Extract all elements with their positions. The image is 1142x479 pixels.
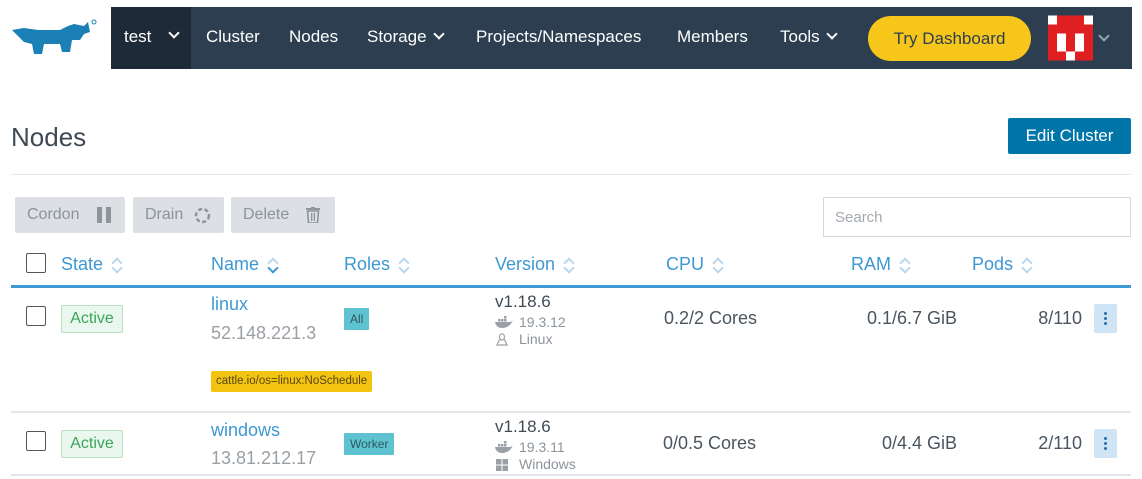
role-badge: All xyxy=(344,308,370,330)
nav-projects-label: Projects/Namespaces xyxy=(476,27,642,46)
nav-storage-label: Storage xyxy=(367,27,427,46)
docker-icon xyxy=(495,441,513,453)
node-name-link[interactable]: linux xyxy=(211,294,248,315)
column-name[interactable]: Name xyxy=(211,254,279,275)
try-dashboard-button[interactable]: Try Dashboard xyxy=(868,16,1031,61)
column-ram[interactable]: RAM xyxy=(851,254,911,275)
role-badge: Worker xyxy=(344,433,395,455)
rancher-logo-icon[interactable] xyxy=(10,18,98,62)
delete-button[interactable]: Delete xyxy=(231,197,335,233)
node-ip: 13.81.212.171 xyxy=(211,448,316,468)
ram-value: 0/4.4 GiB xyxy=(881,433,957,453)
chevron-down-icon xyxy=(168,27,180,39)
drain-button[interactable]: Drain xyxy=(133,197,224,233)
row-actions-button[interactable] xyxy=(1094,304,1117,333)
pods-value: 8/110 xyxy=(1038,308,1082,328)
sort-icon xyxy=(712,256,724,274)
nav-members-label: Members xyxy=(677,27,748,46)
chevron-down-icon xyxy=(826,28,838,40)
docker-version-text: 19.3.12 xyxy=(519,314,566,330)
column-cpu-label: CPU xyxy=(666,254,705,274)
sort-icon xyxy=(267,256,279,274)
cpu-value: 0.2/2 Cores xyxy=(664,308,758,328)
column-cpu[interactable]: CPU xyxy=(666,254,724,275)
sort-icon xyxy=(563,256,575,274)
column-version[interactable]: Version xyxy=(495,254,575,275)
column-roles-label: Roles xyxy=(344,254,391,274)
column-pods[interactable]: Pods xyxy=(972,254,1033,275)
pods-value: 2/110 xyxy=(1038,433,1082,453)
main-navbar: test Cluster Nodes Storage Projects/Name… xyxy=(111,7,1132,69)
nav-storage[interactable]: Storage xyxy=(367,27,445,47)
column-roles[interactable]: Roles xyxy=(344,254,410,275)
nav-tools[interactable]: Tools xyxy=(780,27,838,47)
row-actions-button[interactable] xyxy=(1094,429,1117,458)
k8s-version: v1.18.6 xyxy=(495,292,551,311)
status-badge: Active xyxy=(61,305,123,333)
column-version-label: Version xyxy=(495,254,556,274)
nav-cluster[interactable]: Cluster xyxy=(206,27,260,47)
column-ram-label: RAM xyxy=(851,254,891,274)
chevron-down-icon xyxy=(432,28,445,40)
select-all-checkbox[interactable] xyxy=(26,253,46,273)
cordon-label: Cordon xyxy=(27,206,80,223)
nav-nodes-label: Nodes xyxy=(289,27,339,46)
table-header-divider xyxy=(11,285,1131,288)
edit-cluster-button[interactable]: Edit Cluster xyxy=(1008,118,1131,154)
search-input[interactable] xyxy=(823,197,1131,237)
sort-icon xyxy=(398,256,410,274)
divider xyxy=(11,174,1131,175)
column-state-label: State xyxy=(61,254,104,274)
cluster-selector[interactable]: test xyxy=(111,7,191,69)
trash-icon xyxy=(306,207,320,223)
windows-icon xyxy=(496,459,508,471)
column-name-label: Name xyxy=(211,254,260,274)
cluster-name: test xyxy=(124,27,152,46)
drain-label: Drain xyxy=(145,206,184,223)
taint-badge: cattle.io/os=linux:NoSchedule xyxy=(211,371,373,392)
user-avatar[interactable] xyxy=(1048,15,1093,61)
linux-icon xyxy=(496,333,508,346)
pause-icon xyxy=(97,207,111,223)
nav-cluster-label: Cluster xyxy=(206,27,260,46)
column-pods-label: Pods xyxy=(972,254,1014,274)
node-name-link[interactable]: windows xyxy=(211,420,280,441)
nav-members[interactable]: Members xyxy=(677,27,748,47)
nav-tools-label: Tools xyxy=(780,27,820,46)
row-checkbox[interactable] xyxy=(26,306,46,326)
column-state[interactable]: State xyxy=(61,254,123,275)
status-badge: Active xyxy=(61,430,123,458)
nav-nodes[interactable]: Nodes xyxy=(289,27,338,47)
os-text: Windows xyxy=(519,456,576,472)
row-divider xyxy=(11,411,1131,413)
os-text: Linux xyxy=(519,331,553,347)
docker-version-text: 19.3.11 xyxy=(519,439,565,455)
delete-label: Delete xyxy=(243,206,290,223)
sort-icon xyxy=(111,256,123,274)
node-ip: 52.148.221.3 xyxy=(211,323,316,343)
k8s-version: v1.18.6 xyxy=(495,417,551,436)
user-menu-chevron-icon[interactable] xyxy=(1098,30,1110,42)
cordon-button[interactable]: Cordon xyxy=(15,197,125,233)
row-checkbox[interactable] xyxy=(26,431,46,451)
page-title: Nodes xyxy=(11,122,87,152)
top-header: test Cluster Nodes Storage Projects/Name… xyxy=(0,0,1142,77)
nav-projects-namespaces[interactable]: Projects/Namespaces xyxy=(476,27,641,47)
docker-icon xyxy=(495,316,513,328)
ram-value: 0.1/6.7 GiB xyxy=(866,308,957,328)
sort-icon xyxy=(899,256,911,274)
row-divider xyxy=(11,474,1131,476)
cpu-value: 0/0.5 Cores xyxy=(663,433,757,453)
drain-icon xyxy=(194,207,211,224)
sort-icon xyxy=(1021,256,1033,274)
